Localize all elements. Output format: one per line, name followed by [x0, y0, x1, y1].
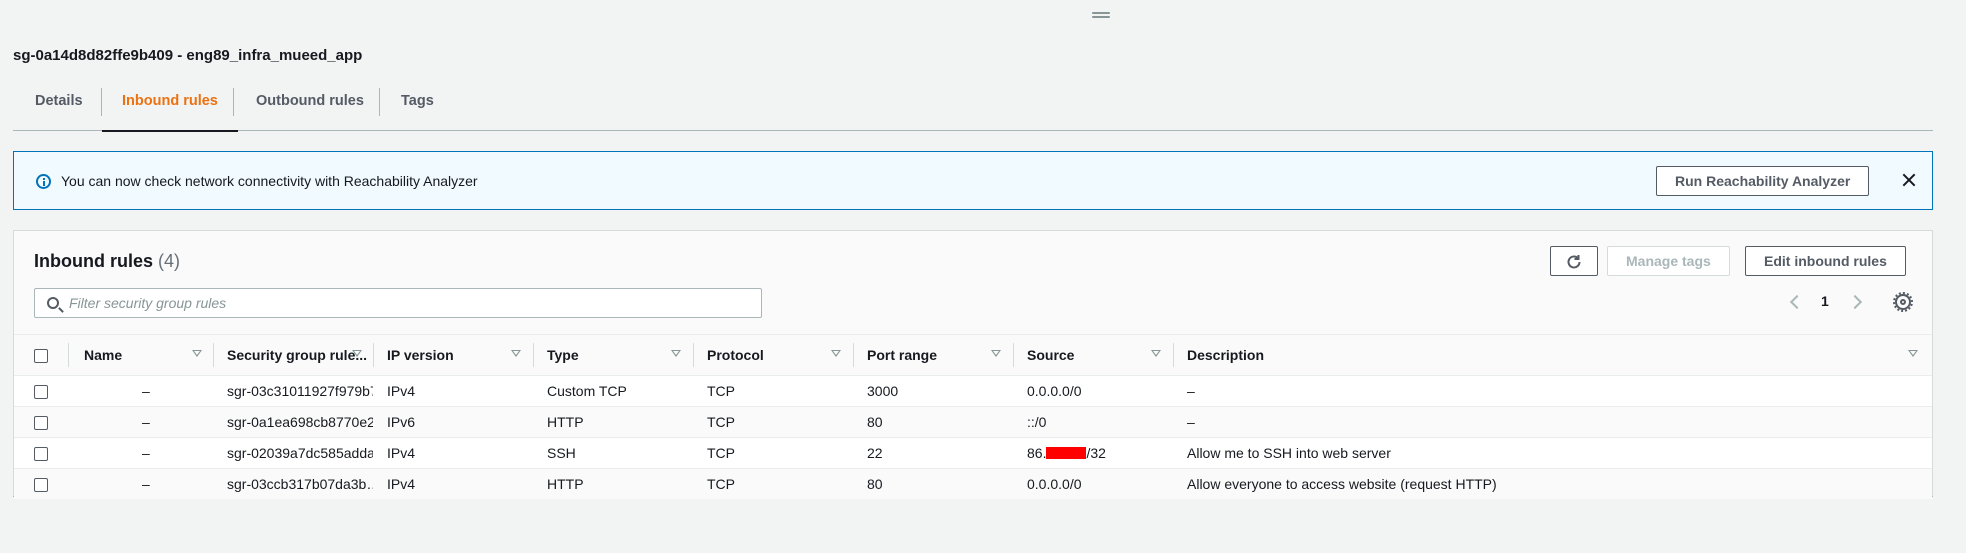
rule-description: – [1187, 414, 1195, 430]
panel-resize-handle[interactable] [1092, 12, 1110, 20]
rule-source: 86. /32 [1027, 438, 1106, 468]
rule-name: – [142, 414, 150, 430]
tab-divider [101, 88, 102, 116]
redaction-mark [1046, 447, 1087, 459]
column-header-port-range[interactable]: Port range [867, 335, 937, 375]
rule-type: HTTP [547, 414, 584, 430]
sort-icon[interactable] [991, 350, 1001, 357]
source-prefix: 86. [1027, 445, 1047, 461]
rule-id: sgr-0a1ea698cb8770e2b [227, 414, 373, 430]
chevron-left-icon[interactable] [1789, 294, 1805, 310]
select-all-checkbox[interactable] [34, 349, 48, 364]
rule-protocol: TCP [707, 383, 735, 399]
sort-icon[interactable] [671, 350, 681, 357]
rule-type: SSH [547, 445, 576, 461]
rule-port-range: 22 [867, 445, 883, 461]
rule-ip-version: IPv4 [387, 445, 416, 461]
filter-rules-field[interactable] [34, 288, 762, 318]
refresh-icon [1567, 255, 1581, 269]
column-header-rule-id[interactable]: Security group rule... [227, 335, 367, 375]
rule-count: (4) [158, 251, 181, 271]
table-row[interactable]: – sgr-03ccb317b07da3b… IPv4 HTTP TCP 80 … [14, 468, 1932, 499]
close-icon[interactable] [1900, 171, 1918, 189]
rule-source: ::/0 [1027, 414, 1047, 430]
rule-name: – [142, 445, 150, 461]
table-row[interactable]: – sgr-0a1ea698cb8770e2b IPv6 HTTP TCP 80… [14, 406, 1932, 438]
sort-icon[interactable] [192, 350, 202, 357]
rule-ip-version: IPv4 [387, 476, 416, 492]
sort-icon[interactable] [352, 350, 362, 357]
table-row[interactable]: – sgr-03c31011927f979b7 IPv4 Custom TCP … [14, 375, 1932, 407]
rule-protocol: TCP [707, 445, 735, 461]
rule-port-range: 80 [867, 414, 883, 430]
manage-tags-button[interactable]: Manage tags [1607, 246, 1730, 276]
tab-divider [379, 88, 380, 116]
refresh-button[interactable] [1550, 246, 1598, 276]
rule-description: Allow me to SSH into web server [1187, 445, 1391, 461]
edit-inbound-rules-button[interactable]: Edit inbound rules [1745, 246, 1906, 276]
security-group-title: sg-0a14d8d82ffe9b409 - eng89_infra_mueed… [13, 47, 363, 64]
rule-port-range: 3000 [867, 383, 899, 399]
search-icon [47, 297, 59, 309]
tab-outbound-rules[interactable]: Outbound rules [256, 84, 364, 131]
chevron-right-icon[interactable] [1847, 294, 1863, 310]
sort-icon[interactable] [1908, 350, 1918, 357]
column-header-description[interactable]: Description [1187, 335, 1264, 375]
page-number[interactable]: 1 [1821, 293, 1829, 309]
column-header-ip-version[interactable]: IP version [387, 335, 454, 375]
rule-port-range: 80 [867, 476, 883, 492]
info-icon [36, 174, 51, 189]
settings-gear-icon[interactable] [1893, 292, 1913, 312]
rule-type: HTTP [547, 476, 584, 492]
panel-title: Inbound rules (4) [34, 251, 180, 272]
table-row[interactable]: – sgr-02039a7dc585addaf IPv4 SSH TCP 22 … [14, 437, 1932, 469]
banner-message: You can now check network connectivity w… [61, 173, 478, 189]
filter-rules-input[interactable] [69, 293, 749, 313]
sort-icon[interactable] [511, 350, 521, 357]
inbound-rules-panel: Inbound rules (4) Manage tags Edit inbou… [13, 230, 1933, 499]
rule-id: sgr-03ccb317b07da3b… [227, 476, 373, 492]
inbound-rules-table: Name Security group rule... IP version T… [14, 334, 1932, 499]
column-header-protocol[interactable]: Protocol [707, 335, 764, 375]
rule-description: Allow everyone to access website (reques… [1187, 476, 1497, 492]
panel-title-text: Inbound rules [34, 251, 153, 271]
rule-protocol: TCP [707, 476, 735, 492]
table-header-row: Name Security group rule... IP version T… [14, 334, 1932, 376]
rule-source: 0.0.0.0/0 [1027, 383, 1082, 399]
row-checkbox[interactable] [34, 478, 48, 493]
rule-description: – [1187, 383, 1195, 399]
sort-icon[interactable] [1151, 350, 1161, 357]
column-header-name[interactable]: Name [84, 335, 122, 375]
row-checkbox[interactable] [34, 416, 48, 431]
tab-tags[interactable]: Tags [401, 84, 434, 131]
rule-name: – [142, 383, 150, 399]
row-checkbox[interactable] [34, 385, 48, 400]
tab-inbound-rules[interactable]: Inbound rules [102, 84, 238, 132]
source-suffix: /32 [1086, 445, 1106, 461]
rule-source: 0.0.0.0/0 [1027, 476, 1082, 492]
rule-id: sgr-02039a7dc585addaf [227, 445, 373, 461]
tab-divider [233, 88, 234, 116]
rule-protocol: TCP [707, 414, 735, 430]
rule-id: sgr-03c31011927f979b7 [227, 383, 373, 399]
reachability-info-banner: You can now check network connectivity w… [13, 151, 1933, 210]
run-reachability-analyzer-button[interactable]: Run Reachability Analyzer [1656, 166, 1870, 196]
rule-name: – [142, 476, 150, 492]
sort-icon[interactable] [831, 350, 841, 357]
column-header-type[interactable]: Type [547, 335, 579, 375]
rule-ip-version: IPv4 [387, 383, 416, 399]
tab-bar: Details Inbound rules Outbound rules Tag… [13, 84, 1933, 132]
row-checkbox[interactable] [34, 447, 48, 462]
column-header-source[interactable]: Source [1027, 335, 1074, 375]
rule-ip-version: IPv6 [387, 414, 416, 430]
tab-details[interactable]: Details [35, 84, 83, 131]
rule-type: Custom TCP [547, 383, 627, 399]
